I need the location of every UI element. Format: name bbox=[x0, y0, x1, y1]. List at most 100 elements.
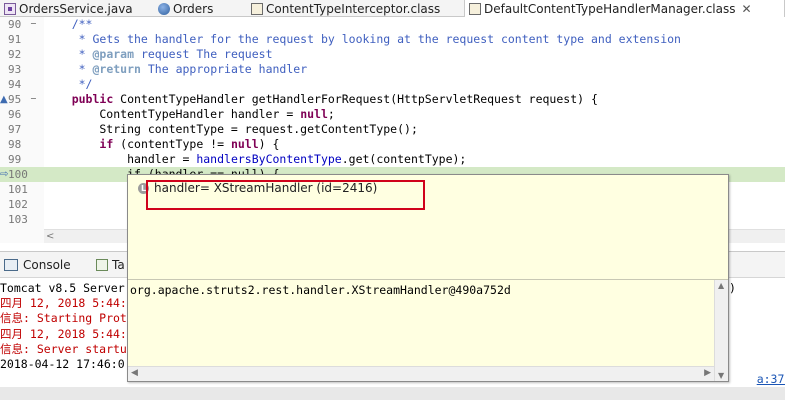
tab-orders-service-java[interactable]: OrdersService.java bbox=[4, 0, 154, 17]
code-text: */ bbox=[44, 77, 93, 92]
console-horizontal-scrollbar[interactable] bbox=[0, 387, 785, 400]
line-number: 96 bbox=[8, 108, 22, 121]
debug-hover-popup: L handler= XStreamHandler (id=2416) org.… bbox=[127, 174, 729, 382]
code-text: * @param request The request bbox=[44, 47, 273, 62]
scroll-left-icon[interactable]: ◀ bbox=[131, 368, 138, 378]
class-file-icon bbox=[251, 2, 263, 15]
code-line[interactable]: 93 * @return The appropriate handler bbox=[0, 62, 785, 77]
code-line[interactable]: −90 /** bbox=[0, 17, 785, 32]
line-number: 92 bbox=[8, 48, 22, 61]
code-text: * @return The appropriate handler bbox=[44, 62, 308, 77]
override-marker-icon: ▲ bbox=[0, 94, 8, 105]
tab-label: Ta bbox=[112, 258, 125, 272]
code-text: if (contentType != null) { bbox=[44, 137, 279, 152]
code-line[interactable]: 91 * Gets the handler for the request by… bbox=[0, 32, 785, 47]
code-token: null bbox=[230, 137, 259, 151]
code-token: handler = bbox=[44, 152, 197, 166]
line-number: 97 bbox=[8, 123, 22, 136]
code-token: (contentType != bbox=[113, 137, 231, 151]
variable-tree: L handler= XStreamHandler (id=2416) bbox=[128, 175, 728, 278]
detail-vertical-scrollbar[interactable]: ▲ ▼ bbox=[714, 280, 728, 381]
code-line[interactable]: ▲ −95 public ContentTypeHandler getHandle… bbox=[0, 92, 785, 107]
console-line: 信息: Server startup bbox=[0, 341, 134, 356]
code-token: /** bbox=[71, 17, 93, 31]
highlight-box bbox=[146, 180, 425, 210]
tab-label: ContentTypeInterceptor.class bbox=[266, 1, 441, 16]
tab-label: Orders bbox=[173, 1, 214, 16]
tab-label: Console bbox=[23, 258, 71, 272]
code-token: ; bbox=[327, 107, 335, 121]
console-line: 四月 12, 2018 5:44:54 bbox=[0, 326, 141, 341]
scroll-right-icon[interactable]: ▶ bbox=[704, 368, 711, 378]
tab-content-type-interceptor-class[interactable]: ContentTypeInterceptor.class bbox=[251, 0, 456, 17]
code-token: The appropriate handler bbox=[140, 62, 308, 76]
popup-divider bbox=[128, 279, 728, 280]
code-token: * bbox=[78, 62, 93, 76]
code-text: handler = handlersByContentType.get(cont… bbox=[44, 152, 466, 167]
code-line[interactable]: 92 * @param request The request bbox=[0, 47, 785, 62]
console-line: 信息: Starting Proto bbox=[0, 311, 134, 326]
line-number: 103 bbox=[8, 213, 28, 226]
line-number: 91 bbox=[8, 33, 22, 46]
line-number: 95 bbox=[8, 93, 22, 106]
line-number: 93 bbox=[8, 63, 22, 76]
tasks-icon bbox=[96, 259, 108, 271]
scroll-down-icon[interactable]: ▼ bbox=[718, 371, 724, 380]
tab-console[interactable]: Console bbox=[4, 256, 71, 274]
tab-orders[interactable]: Orders bbox=[158, 0, 248, 17]
code-line[interactable]: 98 if (contentType != null) { bbox=[0, 137, 785, 152]
console-line-fragment: a:373) - bbox=[729, 357, 785, 386]
console-line: 2018-04-12 17:46:0 bbox=[0, 357, 125, 371]
code-token: */ bbox=[78, 77, 93, 91]
code-line[interactable]: 96 ContentTypeHandler handler = null; bbox=[0, 107, 785, 122]
code-token: @return bbox=[92, 62, 141, 76]
tab-label: DefaultContentTypeHandlerManager.class bbox=[484, 1, 736, 16]
line-number: 98 bbox=[8, 138, 22, 151]
tab-label: OrdersService.java bbox=[19, 1, 133, 16]
line-number: 99 bbox=[8, 153, 22, 166]
code-line[interactable]: 99 handler = handlersByContentType.get(c… bbox=[0, 152, 785, 167]
code-token: request The request bbox=[134, 47, 273, 61]
console-line: 四月 12, 2018 5:44:54 bbox=[0, 296, 141, 311]
scroll-left-icon[interactable]: < bbox=[46, 230, 54, 243]
detail-horizontal-scrollbar[interactable]: ◀ ▶ bbox=[128, 366, 714, 381]
line-number: 102 bbox=[8, 198, 28, 211]
editor-tab-bar: OrdersService.java Orders ContentTypeInt… bbox=[0, 0, 785, 17]
code-token: * Gets the handler for the request by lo… bbox=[78, 32, 681, 46]
code-token: @param bbox=[92, 47, 135, 61]
line-number: 94 bbox=[8, 78, 22, 91]
code-text: * Gets the handler for the request by lo… bbox=[44, 32, 681, 47]
code-token: .get(contentType); bbox=[341, 152, 467, 166]
code-token: null bbox=[300, 107, 328, 121]
code-token: if bbox=[99, 137, 114, 151]
line-number: 101 bbox=[8, 183, 28, 196]
scroll-up-icon[interactable]: ▲ bbox=[718, 281, 724, 290]
code-line[interactable]: 94 */ bbox=[0, 77, 785, 92]
console-line: Tomcat v8.5 Server at bbox=[0, 281, 146, 295]
code-line[interactable]: 97 String contentType = request.getConte… bbox=[0, 122, 785, 137]
line-number: 90 bbox=[8, 18, 22, 31]
code-token: ) { bbox=[258, 137, 280, 151]
code-token: handlersByContentType bbox=[196, 152, 342, 166]
close-icon[interactable]: ✕ bbox=[741, 2, 751, 16]
code-text: String contentType = request.getContentT… bbox=[44, 122, 418, 137]
java-file-icon bbox=[4, 2, 16, 15]
class-icon bbox=[158, 2, 170, 15]
console-icon bbox=[4, 259, 18, 271]
code-text: public ContentTypeHandler getHandlerForR… bbox=[44, 92, 598, 107]
tab-tasks[interactable]: Ta bbox=[96, 256, 125, 274]
code-text: /** bbox=[44, 17, 93, 32]
line-number: 100 bbox=[8, 168, 28, 181]
code-token: * bbox=[78, 47, 93, 61]
code-token: String contentType = request.getContentT… bbox=[44, 122, 418, 136]
code-token: ContentTypeHandler getHandlerForRequest(… bbox=[113, 92, 598, 106]
stack-trace-link[interactable]: a:373 bbox=[757, 372, 785, 386]
tab-default-content-type-handler-manager-class[interactable]: DefaultContentTypeHandlerManager.class ✕ bbox=[464, 0, 785, 17]
